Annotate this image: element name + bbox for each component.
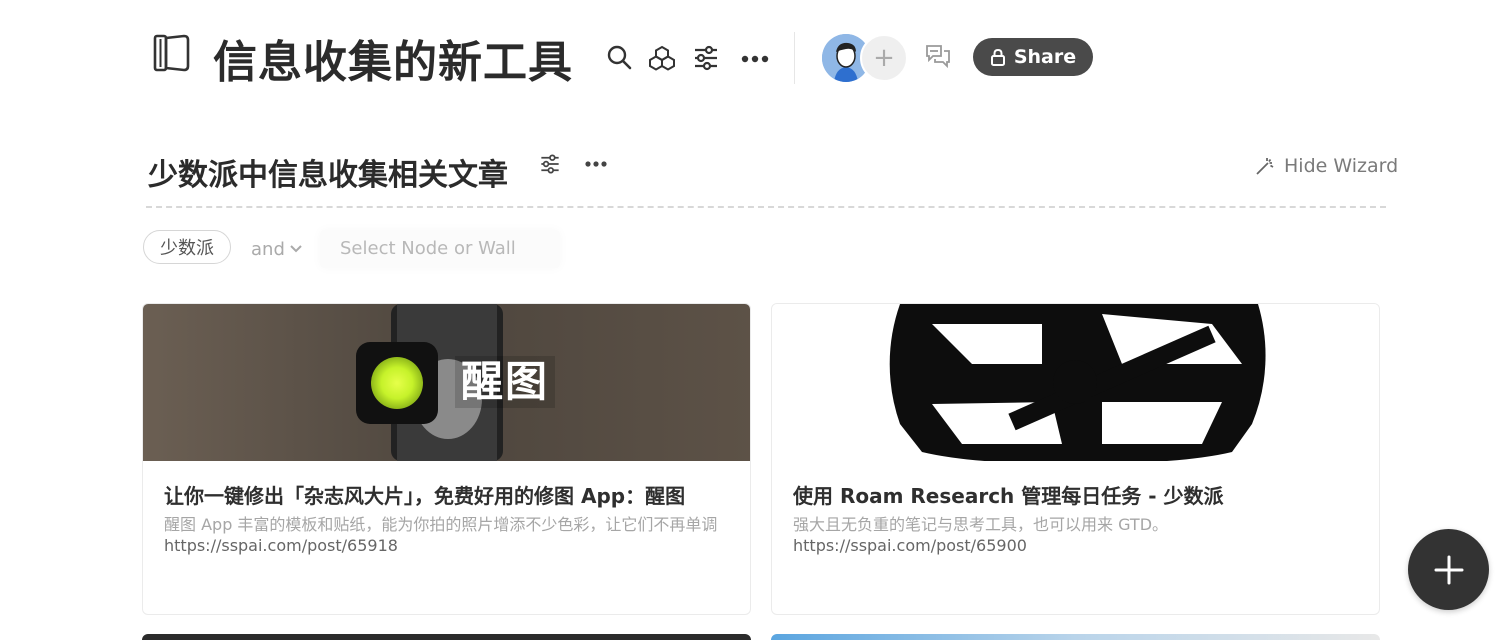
node-select[interactable] [320,230,560,268]
add-icon: + [873,43,895,73]
card[interactable]: 使用 Roam Research 管理每日任务 - 少数派 强大且无负重的笔记与… [771,303,1380,615]
card-title: 使用 Roam Research 管理每日任务 - 少数派 [793,484,1224,508]
page-title: 信息收集的新工具 [213,37,573,88]
card-peek[interactable] [771,634,1380,640]
header-divider [794,32,795,84]
blocks-icon[interactable] [646,42,678,74]
search-icon[interactable] [604,42,634,72]
card-url[interactable]: https://sspai.com/post/65918 [164,536,398,555]
tag-chip[interactable]: 少数派 [143,230,231,264]
share-button[interactable]: Share [973,38,1093,76]
wall-icon [148,30,194,76]
card-image [772,304,1379,461]
card-title: 让你一键修出「杂志风大片」，免费好用的修图 App：醒图 [164,484,686,508]
card-description: 强大且无负重的笔记与思考工具，也可以用来 GTD。 [793,515,1169,534]
node-select-input[interactable] [320,230,560,266]
add-post-button[interactable] [1408,529,1489,610]
more-icon[interactable] [738,48,772,70]
comments-icon[interactable] [922,40,954,72]
filter-icon[interactable] [690,42,722,74]
lock-icon [990,48,1005,66]
card-url[interactable]: https://sspai.com/post/65900 [793,536,1027,555]
operator-label: and [251,238,285,260]
section-title: 少数派中信息收集相关文章 [148,158,508,193]
add-collaborator-button[interactable]: + [860,34,908,82]
hide-wizard-label: Hide Wizard [1284,155,1399,177]
card-description: 醒图 App 丰富的模板和贴纸，能为你拍的照片增添不少色彩，让它们不再单调 [164,515,718,534]
share-label: Share [1013,46,1077,68]
card-image-text: 醒图 [455,356,556,408]
section-more-icon[interactable] [582,154,610,174]
plus-icon [1434,555,1463,584]
magic-wand-icon [1256,158,1274,175]
section-filter-icon[interactable] [538,152,562,176]
chevron-down-icon [290,245,302,253]
card-image: 醒图 [143,304,750,461]
card-peek[interactable] [142,634,751,640]
operator-select[interactable]: and [251,236,303,262]
hide-wizard-button[interactable]: Hide Wizard [1254,152,1398,180]
card[interactable]: 醒图 让你一键修出「杂志风大片」，免费好用的修图 App：醒图 醒图 App 丰… [142,303,751,615]
section-divider [146,206,1386,208]
